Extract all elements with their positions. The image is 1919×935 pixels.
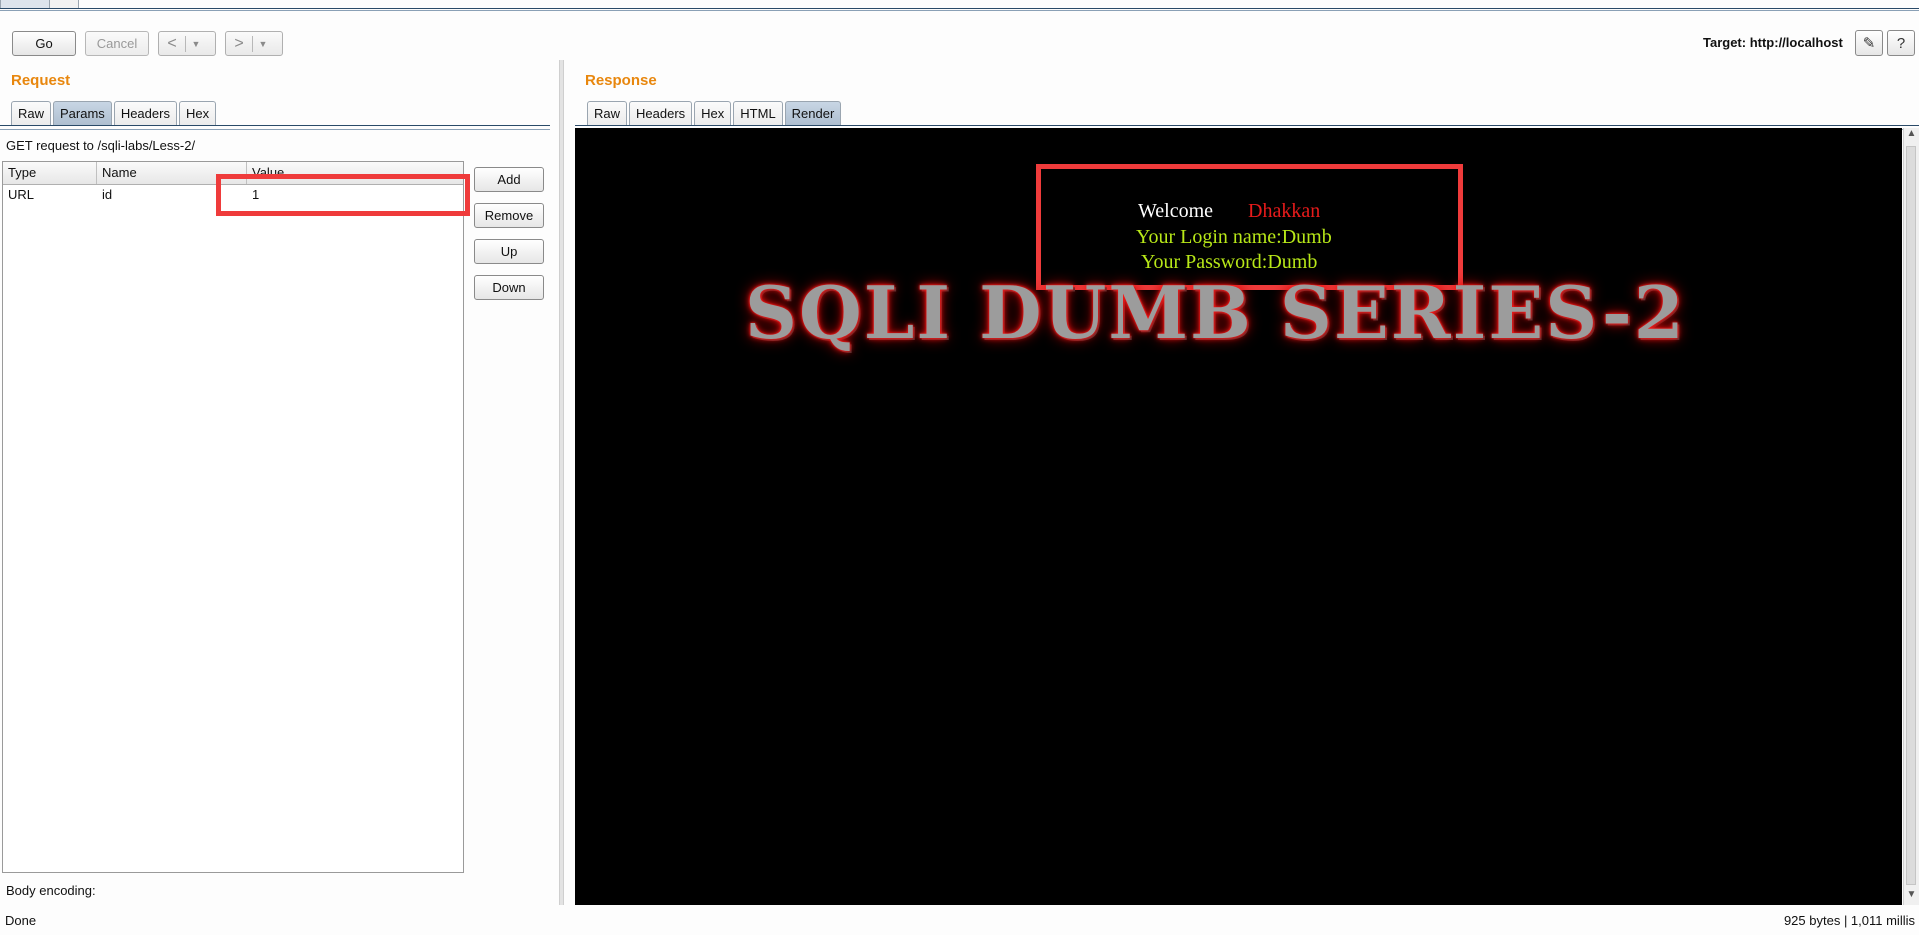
welcome-text: Welcome: [1138, 200, 1214, 222]
response-tab-headers[interactable]: Headers: [629, 101, 693, 125]
body-encoding-label: Body encoding:: [6, 883, 96, 898]
pane-splitter[interactable]: [559, 60, 564, 905]
help-button[interactable]: ?: [1887, 30, 1915, 56]
forward-button[interactable]: > ▼: [225, 31, 283, 56]
response-tab-html[interactable]: HTML: [733, 101, 783, 125]
help-icon: ?: [1896, 34, 1906, 52]
render-view: Welcome Dhakkan Your Login name:Dumb You…: [575, 128, 1902, 905]
request-tab-underline: [0, 125, 550, 130]
render-scrollbar[interactable]: ▲ ▼: [1903, 128, 1919, 905]
up-button[interactable]: Up: [474, 239, 544, 264]
add-button[interactable]: Add: [474, 167, 544, 192]
scroll-up-icon[interactable]: ▲: [1904, 128, 1919, 144]
request-tab-hex[interactable]: Hex: [178, 101, 217, 125]
pencil-icon: ✎: [1862, 35, 1876, 52]
top-tab-strip: [0, 0, 1919, 11]
response-title: Response: [585, 72, 657, 89]
request-tab-params[interactable]: Params: [53, 101, 112, 125]
request-title: Request: [11, 72, 71, 89]
go-button[interactable]: Go: [12, 31, 76, 56]
status-left: Done: [5, 913, 37, 928]
row-type: URL: [8, 187, 35, 202]
request-tabs: Raw Params Headers Hex: [11, 101, 218, 125]
column-type[interactable]: Type: [3, 162, 97, 184]
back-button[interactable]: < ▼: [158, 31, 216, 56]
forward-arrow-icon: >: [234, 34, 244, 52]
scroll-thumb[interactable]: [1906, 146, 1916, 885]
value-highlight-box: [216, 174, 470, 216]
status-right: 925 bytes | 1,011 millis: [1783, 913, 1915, 928]
down-button[interactable]: Down: [474, 275, 544, 300]
scroll-down-icon[interactable]: ▼: [1904, 889, 1919, 905]
request-tab-raw[interactable]: Raw: [11, 101, 52, 125]
edit-target-button[interactable]: ✎: [1855, 30, 1883, 56]
params-table: Type Name Value URL id 1: [2, 161, 464, 873]
target-label: Target: http://localhost: [1703, 35, 1843, 50]
response-tab-raw[interactable]: Raw: [587, 101, 628, 125]
response-tabs: Raw Headers Hex HTML Render: [587, 101, 843, 125]
back-dropdown-icon[interactable]: ▼: [186, 39, 206, 49]
request-info: GET request to /sqli-labs/Less-2/: [6, 138, 196, 153]
login-name-text: Your Login name:Dumb: [1136, 226, 1332, 248]
cancel-button[interactable]: Cancel: [85, 31, 149, 56]
series-banner: SQLI DUMB SERIES-2: [745, 270, 1686, 355]
response-tab-render[interactable]: Render: [784, 101, 842, 125]
request-tab-headers[interactable]: Headers: [113, 101, 177, 125]
user-name-text: Dhakkan: [1248, 200, 1321, 222]
back-arrow-icon: <: [167, 34, 177, 52]
response-tab-hex[interactable]: Hex: [694, 101, 732, 125]
forward-dropdown-icon[interactable]: ▼: [253, 39, 273, 49]
remove-button[interactable]: Remove: [474, 203, 544, 228]
